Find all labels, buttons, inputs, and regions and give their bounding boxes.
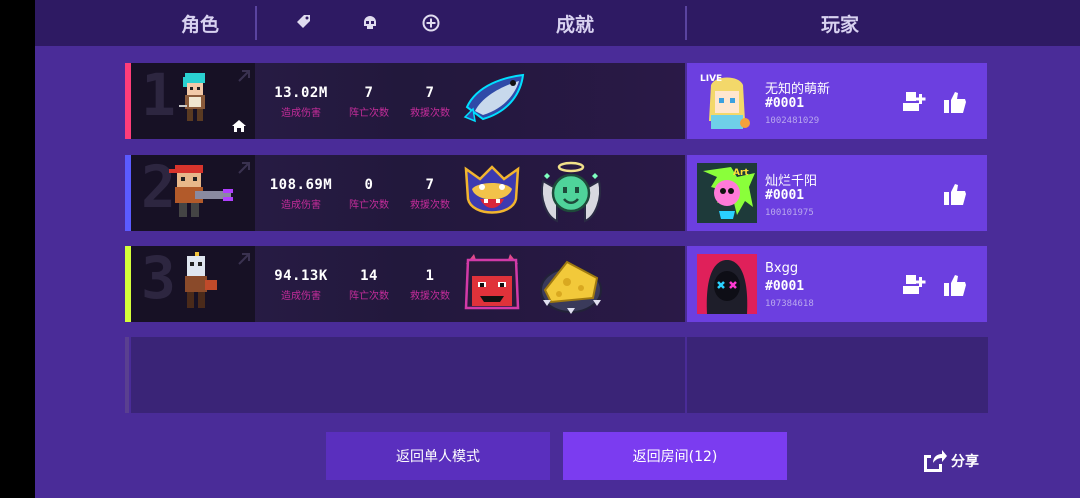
rank-number: 1 (141, 61, 176, 129)
header-divider (685, 6, 687, 40)
rank-number: 3 (141, 244, 176, 312)
rescues-stat: 7 救援次数 (395, 177, 465, 211)
deaths-value: 0 (364, 177, 374, 193)
rescues-stat: 1 救援次数 (395, 268, 465, 302)
player-tag: #0001 (765, 279, 805, 294)
damage-value: 94.13K (274, 268, 328, 284)
teal-haired-swordsman-sprite (179, 73, 205, 121)
rescues-value: 7 (425, 177, 435, 193)
share-label: 分享 (951, 454, 979, 470)
angel-slime-badge[interactable] (537, 159, 605, 227)
damage-stat: 108.69M 造成伤害 (266, 177, 336, 211)
player-name: 灿烂千阳 (765, 174, 818, 189)
like-button[interactable] (942, 272, 968, 298)
deaths-label: 阵亡次数 (349, 200, 389, 211)
rescues-label: 救援次数 (410, 291, 450, 302)
add-friend-button[interactable] (901, 89, 927, 115)
character-box: 1 (131, 63, 255, 139)
player-tag: #0001 (765, 188, 805, 203)
deaths-value: 14 (360, 268, 378, 284)
player-id: 1002481029 (765, 116, 820, 126)
results-header: 角色 成就 玩家 (35, 0, 1080, 46)
share-icon (924, 450, 947, 472)
rescues-stat: 7 救援次数 (395, 85, 465, 119)
blonde-live-girl-avatar: LIVE (697, 71, 757, 131)
empty-player-slot (687, 337, 988, 413)
empty-character-slot (131, 337, 685, 413)
expand-arrow-icon (238, 162, 250, 174)
rescues-label: 救援次数 (410, 200, 450, 211)
header-achievement: 成就 (555, 13, 594, 36)
red-demon-badge[interactable] (458, 250, 526, 318)
damage-label: 造成伤害 (281, 108, 321, 119)
character-box: 3 (131, 246, 255, 322)
expand-arrow-icon (238, 253, 250, 265)
like-button[interactable] (942, 181, 968, 207)
deaths-label: 阵亡次数 (349, 108, 389, 119)
damage-value: 13.02M (274, 85, 328, 101)
player-card[interactable]: Art 灿烂千阳 #0001 100101975 (687, 155, 987, 231)
damage-stat: 94.13K 造成伤害 (266, 268, 336, 302)
cheese-badge[interactable] (537, 250, 605, 318)
home-icon (232, 120, 246, 132)
hooded-figure-avatar (697, 254, 757, 314)
damage-stat: 13.02M 造成伤害 (266, 85, 336, 119)
deaths-stat: 14 阵亡次数 (334, 268, 404, 302)
back-to-single-mode-button[interactable]: 返回单人模式 (326, 432, 550, 480)
svg-text:Art: Art (733, 168, 749, 178)
player-id: 107384618 (765, 299, 814, 309)
damage-value: 108.69M (269, 177, 333, 193)
rescues-value: 1 (425, 268, 435, 284)
plus-circle-icon (422, 14, 440, 32)
tag-icon (297, 15, 310, 28)
result-row-1: 1 13.02M 造成伤害 7 阵亡次数 7 救援次数 LIVE 无知的萌新 #… (125, 63, 988, 139)
rescues-label: 救援次数 (410, 108, 450, 119)
header-divider (255, 6, 257, 40)
wolf-badge[interactable] (458, 159, 526, 227)
result-row-3: 3 94.13K 造成伤害 14 阵亡次数 1 救援次数 Bxgg #0001 … (125, 246, 988, 322)
empty-slot-row (125, 337, 988, 413)
damage-label: 造成伤害 (281, 200, 321, 211)
deaths-stat: 7 阵亡次数 (334, 85, 404, 119)
empty-accent-bar (125, 337, 129, 413)
results-screen: 角色 成就 玩家 1 13.02M 造成伤害 7 阵亡次数 7 救援次数 LIV… (35, 0, 1080, 498)
rescues-value: 7 (425, 85, 435, 101)
damage-label: 造成伤害 (281, 291, 321, 302)
svg-text:LIVE: LIVE (700, 74, 722, 84)
player-tag: #0001 (765, 96, 805, 111)
fish-badge[interactable] (461, 67, 529, 135)
character-box: 2 (131, 155, 255, 231)
share-button[interactable]: 分享 (921, 449, 979, 473)
add-friend-button[interactable] (901, 272, 927, 298)
player-name: Bxgg (765, 261, 799, 276)
expand-arrow-icon (238, 70, 250, 82)
header-character: 角色 (180, 13, 219, 36)
graffiti-avatar: Art (697, 163, 757, 223)
deaths-label: 阵亡次数 (349, 291, 389, 302)
header-player: 玩家 (820, 13, 859, 36)
player-id: 100101975 (765, 208, 814, 218)
player-card[interactable]: LIVE 无知的萌新 #0001 1002481029 (687, 63, 987, 139)
player-card[interactable]: Bxgg #0001 107384618 (687, 246, 987, 322)
deaths-stat: 0 阵亡次数 (334, 177, 404, 211)
back-to-room-button[interactable]: 返回房间(12) (563, 432, 787, 480)
like-button[interactable] (942, 89, 968, 115)
player-name: 无知的萌新 (765, 82, 831, 97)
result-row-2: 2 108.69M 造成伤害 0 阵亡次数 7 救援次数 Art 灿烂千阳 #0… (125, 155, 988, 231)
skull-icon (364, 16, 376, 29)
deaths-value: 7 (364, 85, 374, 101)
red-bandana-gunner-sprite (169, 165, 233, 217)
masked-knight-sprite (185, 252, 217, 308)
